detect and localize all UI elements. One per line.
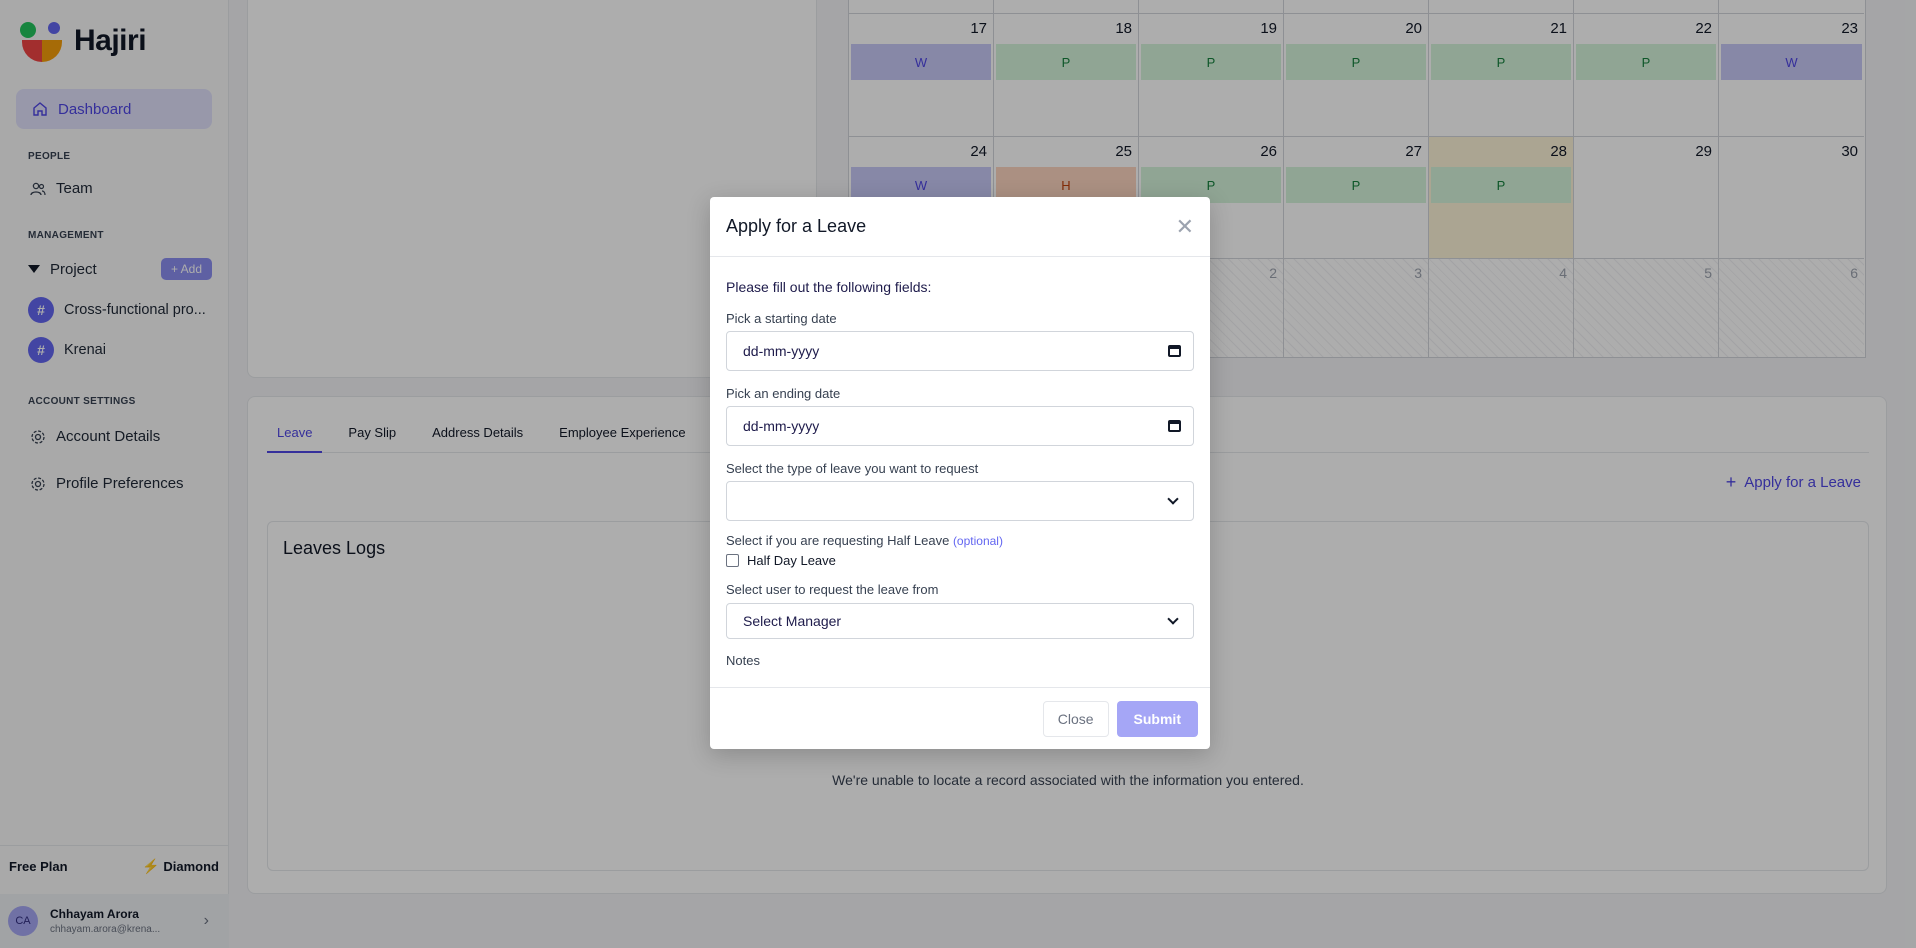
manager-select[interactable]: Select Manager (726, 603, 1194, 639)
half-day-checkbox-label[interactable]: Half Day Leave (747, 553, 836, 568)
end-date-value: dd-mm-yyyy (743, 418, 820, 434)
close-icon[interactable]: ✕ (1176, 215, 1194, 238)
start-date-input[interactable]: dd-mm-yyyy (726, 331, 1194, 371)
notes-label: Notes (726, 653, 760, 668)
submit-button[interactable]: Submit (1116, 700, 1198, 737)
leave-type-label: Select the type of leave you want to req… (726, 461, 979, 476)
manager-label: Select user to request the leave from (726, 582, 939, 597)
form-intro: Please fill out the following fields: (726, 279, 932, 295)
half-day-option[interactable]: Half Day Leave (726, 553, 836, 568)
chevron-down-icon (1167, 493, 1179, 505)
optional-tag: (optional) (952, 534, 1003, 548)
end-date-input[interactable]: dd-mm-yyyy (726, 406, 1194, 446)
apply-leave-modal: Apply for a Leave ✕ Please fill out the … (710, 197, 1210, 749)
calendar-icon[interactable] (1168, 345, 1181, 357)
half-leave-label: Select if you are requesting Half Leave … (726, 533, 1003, 548)
start-date-value: dd-mm-yyyy (743, 343, 820, 359)
leave-type-select[interactable] (726, 481, 1194, 521)
end-date-label: Pick an ending date (726, 386, 841, 401)
modal-footer: Close Submit (710, 687, 1210, 749)
calendar-icon[interactable] (1168, 420, 1181, 432)
close-button[interactable]: Close (1042, 700, 1109, 737)
manager-value: Select Manager (743, 613, 842, 629)
half-day-checkbox[interactable] (726, 554, 739, 567)
modal-title: Apply for a Leave (726, 216, 867, 236)
half-leave-text: Select if you are requesting Half Leave (726, 533, 950, 548)
start-date-label: Pick a starting date (726, 311, 837, 326)
chevron-down-icon (1167, 613, 1179, 625)
modal-header: Apply for a Leave ✕ (710, 197, 1210, 257)
